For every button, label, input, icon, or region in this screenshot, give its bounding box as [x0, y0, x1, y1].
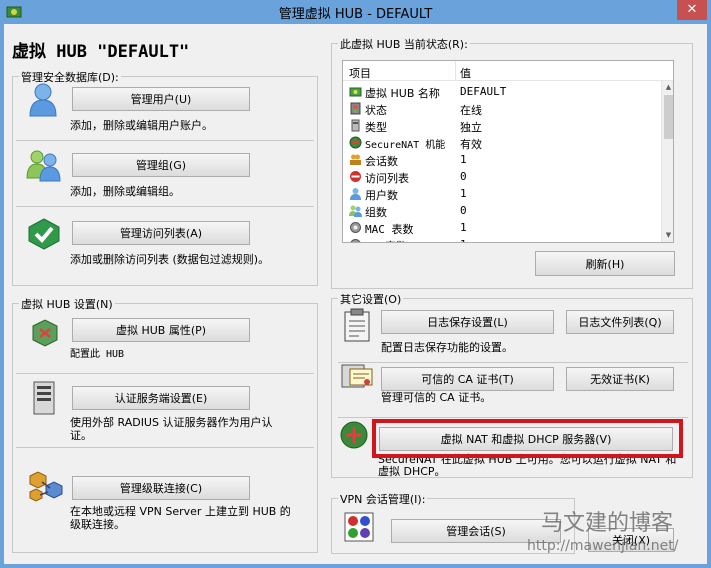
session-icon [350, 154, 361, 165]
user-icon [29, 83, 57, 117]
separator [16, 140, 314, 141]
separator [16, 447, 314, 448]
manage-access-list-desc: 添加或删除访问列表 (数据包过滤规则)。 [70, 253, 270, 266]
vpn-sessions-legend: VPN 会话管理(I): [338, 491, 428, 507]
manage-cascade-button[interactable]: 管理级联连接(C) [72, 476, 250, 500]
watermark-url: http://mawenjian.net/ [527, 538, 679, 554]
manage-groups-button[interactable]: 管理组(G) [72, 153, 250, 177]
manage-cascade-desc: 在本地或远程 VPN Server 上建立到 HUB 的级联连接。 [70, 505, 291, 531]
status-row[interactable]: MAC 表数 1 [343, 219, 661, 236]
status-row[interactable]: SecureNAT 机能 有效 [343, 134, 661, 151]
window-close-button[interactable]: ✕ [677, 0, 707, 20]
separator [16, 373, 314, 374]
hub-settings-legend: 虚拟 HUB 设置(N) [19, 296, 115, 312]
refresh-button[interactable]: 刷新(H) [535, 251, 675, 276]
gear-icon [350, 222, 361, 233]
column-value[interactable]: 值 [460, 65, 471, 81]
manage-users-desc: 添加，删除或编辑用户账户。 [70, 119, 213, 132]
certificate-icon [341, 364, 373, 388]
manage-access-list-button[interactable]: 管理访问列表(A) [72, 221, 250, 245]
auth-server-settings-desc: 使用外部 RADIUS 认证服务器作为用户认证。 [70, 416, 273, 442]
scroll-up-icon[interactable]: ▲ [662, 81, 673, 94]
status-legend: 此虚拟 HUB 当前状态(R): [338, 36, 470, 52]
highlight-frame [372, 419, 683, 458]
status-list-header: 项目 值 [343, 61, 673, 81]
router-icon [340, 421, 368, 449]
trusted-ca-desc: 管理可信的 CA 证书。 [381, 391, 492, 404]
hub-icon [349, 87, 362, 97]
log-settings-desc: 配置日志保存功能的设置。 [381, 341, 513, 354]
status-list-scrollbar[interactable]: ▲ ▼ [661, 81, 673, 242]
hub-properties-icon [32, 319, 58, 347]
clipboard-icon [344, 308, 370, 342]
column-item[interactable]: 项目 [349, 65, 371, 81]
log-settings-button[interactable]: 日志保存设置(L) [381, 310, 554, 334]
window-title: 管理虚拟 HUB - DEFAULT [278, 7, 433, 22]
status-row[interactable]: 组数 0 [343, 202, 661, 219]
no-entry-icon [350, 171, 361, 182]
trusted-ca-button[interactable]: 可信的 CA 证书(T) [381, 367, 554, 391]
separator [338, 417, 688, 418]
cascade-connection-icon [29, 471, 63, 502]
gear-icon [350, 239, 361, 242]
status-row[interactable]: 会话数 1 [343, 151, 661, 168]
status-row[interactable]: 访问列表 0 [343, 168, 661, 185]
group-icon [349, 205, 362, 217]
title-bar[interactable]: 管理虚拟 HUB - DEFAULT ✕ [0, 0, 711, 24]
sessions-icon [344, 512, 374, 542]
hub-title: 虚拟 HUB "DEFAULT" [12, 42, 190, 62]
router-icon [349, 136, 362, 149]
status-light-icon [350, 102, 361, 115]
auth-server-settings-button[interactable]: 认证服务端设置(E) [72, 386, 250, 410]
user-icon [350, 188, 361, 200]
other-settings-legend: 其它设置(O) [338, 291, 404, 307]
hub-properties-button[interactable]: 虚拟 HUB 属性(P) [72, 318, 250, 342]
status-row[interactable]: IP 表数 1 [343, 236, 661, 242]
status-row[interactable]: 虚拟 HUB 名称 DEFAULT [343, 83, 661, 100]
server-icon [33, 381, 55, 415]
separator [338, 362, 688, 363]
column-divider[interactable] [455, 61, 456, 81]
separator [16, 206, 314, 207]
status-row[interactable]: 用户数 1 [343, 185, 661, 202]
manage-groups-desc: 添加，删除或编辑组。 [70, 185, 180, 198]
group-icon [26, 150, 61, 182]
hub-properties-desc: 配置此 HUB [70, 349, 125, 360]
scroll-thumb[interactable] [664, 95, 673, 139]
server-icon [351, 119, 360, 132]
watermark-name: 马文建的博客 [541, 511, 674, 536]
invalid-cert-button[interactable]: 无效证书(K) [566, 367, 674, 391]
status-row[interactable]: 类型 独立 [343, 117, 661, 134]
scroll-down-icon[interactable]: ▼ [662, 229, 673, 242]
status-list[interactable]: 项目 值 虚拟 HUB 名称 DEFAULT 状态 在线 类型 独立 Secur… [342, 60, 674, 243]
status-row[interactable]: 状态 在线 [343, 100, 661, 117]
window: 管理虚拟 HUB - DEFAULT ✕ 虚拟 HUB "DEFAULT" 管理… [0, 0, 711, 568]
manage-users-button[interactable]: 管理用户(U) [72, 87, 250, 111]
check-shield-icon [28, 218, 60, 250]
log-files-button[interactable]: 日志文件列表(Q) [566, 310, 674, 334]
